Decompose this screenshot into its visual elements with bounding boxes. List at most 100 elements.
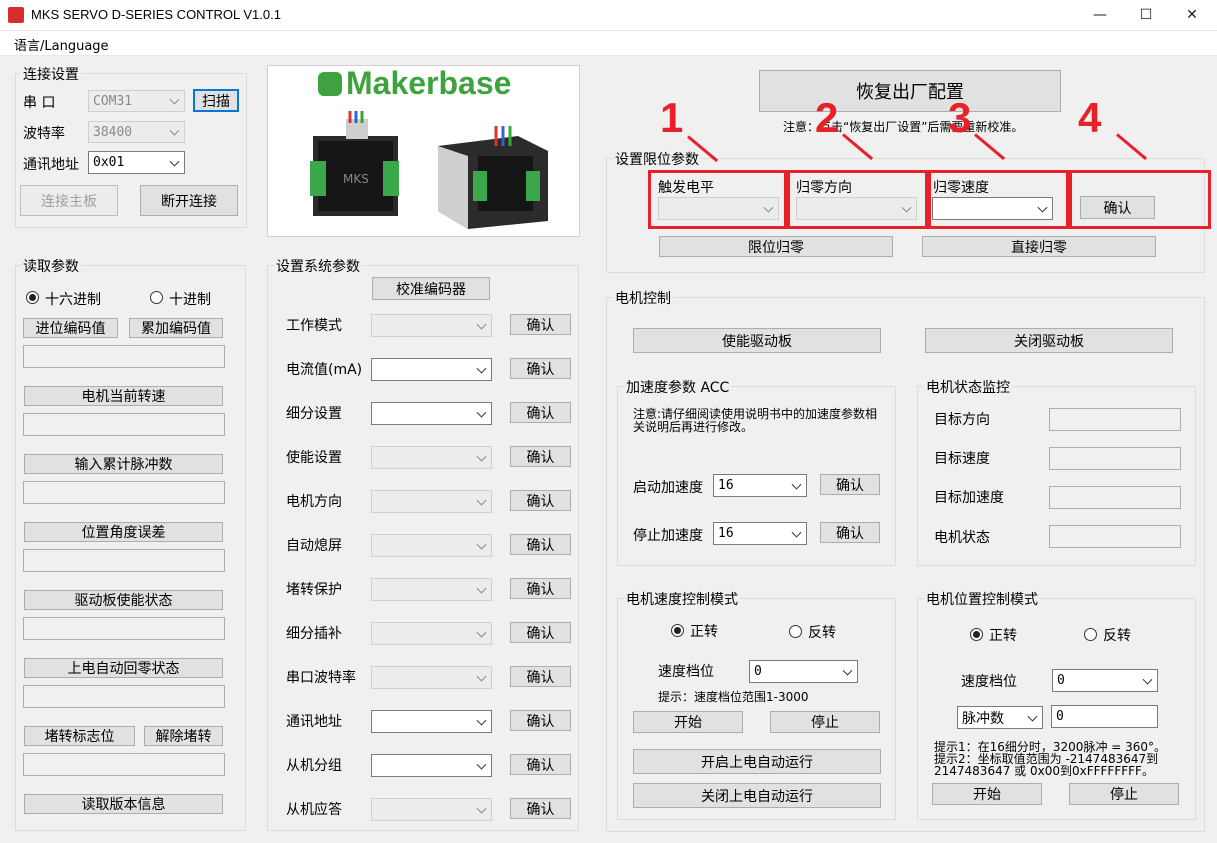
system-param-select[interactable]: [371, 798, 492, 821]
input-pulses-button[interactable]: 输入累计脉冲数: [24, 454, 223, 474]
system-param-label: 从机分组: [286, 758, 342, 774]
speed-forward-radio[interactable]: [671, 624, 684, 637]
acc-note: 注意:请仔细阅读使用说明书中的加速度参数相关说明后再进行修改。: [633, 407, 878, 434]
motor-speed-display: [23, 413, 225, 436]
system-param-confirm-button[interactable]: 确认: [510, 534, 571, 555]
motor-speed-button[interactable]: 电机当前转速: [24, 386, 223, 406]
limit-group-label: 设置限位参数: [613, 149, 701, 169]
system-param-select[interactable]: [371, 402, 492, 425]
enable-driver-button[interactable]: 使能驱动板: [633, 328, 881, 353]
speed-gear-select[interactable]: 0: [749, 660, 858, 683]
system-param-select[interactable]: [371, 754, 492, 777]
pos-start-button[interactable]: 开始: [932, 783, 1042, 805]
auto-run-on-button[interactable]: 开启上电自动运行: [633, 749, 881, 774]
target-speed-label: 目标速度: [934, 451, 990, 467]
pos-forward-radio[interactable]: [970, 628, 983, 641]
system-param-confirm-button[interactable]: 确认: [510, 710, 571, 731]
home-speed-select[interactable]: [932, 197, 1053, 220]
system-param-select[interactable]: [371, 314, 492, 337]
disconnect-button[interactable]: 断开连接: [140, 185, 238, 216]
system-param-label: 堵转保护: [286, 582, 342, 598]
menu-language[interactable]: 语言/Language: [14, 35, 109, 54]
address-select[interactable]: 0x01: [88, 151, 185, 174]
system-param-confirm-button[interactable]: 确认: [510, 358, 571, 379]
read-params-label: 读取参数: [21, 256, 81, 276]
system-param-select[interactable]: [371, 710, 492, 733]
system-param-select[interactable]: [371, 666, 492, 689]
acc-group-label: 加速度参数 ACC: [624, 377, 732, 397]
system-param-confirm-button[interactable]: 确认: [510, 446, 571, 467]
factory-reset-button[interactable]: 恢复出厂配置: [759, 70, 1061, 112]
hex-label: 十六进制: [45, 292, 101, 308]
stall-flag-button[interactable]: 堵转标志位: [24, 726, 135, 746]
minimize-button[interactable]: —: [1077, 0, 1123, 30]
enable-state-button[interactable]: 驱动板使能状态: [24, 590, 223, 610]
disable-driver-button[interactable]: 关闭驱动板: [925, 328, 1173, 353]
port-label: 串 口: [23, 95, 56, 111]
baud-select[interactable]: 38400: [88, 121, 185, 143]
stop-acc-select[interactable]: 16: [713, 522, 807, 545]
accum-encoder-button[interactable]: 累加编码值: [129, 318, 223, 338]
direct-home-button[interactable]: 直接归零: [922, 236, 1156, 257]
baud-label: 波特率: [23, 126, 65, 142]
release-stall-button[interactable]: 解除堵转: [144, 726, 223, 746]
speed-reverse-radio[interactable]: [789, 625, 802, 638]
system-param-confirm-button[interactable]: 确认: [510, 666, 571, 687]
hex-radio[interactable]: [26, 291, 39, 304]
system-param-confirm-button[interactable]: 确认: [510, 314, 571, 335]
system-param-select[interactable]: [371, 358, 492, 381]
pulse-count-input[interactable]: 0: [1051, 705, 1158, 728]
auto-run-off-button[interactable]: 关闭上电自动运行: [633, 783, 881, 808]
auto-home-state-button[interactable]: 上电自动回零状态: [24, 658, 223, 678]
logo-mks-text: MKS: [321, 90, 339, 98]
pos-reverse-radio[interactable]: [1084, 628, 1097, 641]
address-label: 通讯地址: [23, 157, 79, 173]
start-acc-select[interactable]: 16: [713, 474, 807, 497]
target-acc-label: 目标加速度: [934, 490, 1004, 506]
connect-button[interactable]: 连接主板: [20, 185, 118, 216]
speed-stop-button[interactable]: 停止: [770, 711, 880, 733]
system-param-confirm-button[interactable]: 确认: [510, 490, 571, 511]
system-param-select[interactable]: [371, 490, 492, 513]
close-button[interactable]: ✕: [1169, 0, 1215, 30]
makerbase-logo-panel: MKS Makerbase MKS: [267, 65, 580, 237]
system-param-confirm-button[interactable]: 确认: [510, 578, 571, 599]
pos-stop-button[interactable]: 停止: [1069, 783, 1179, 805]
carry-encoder-button[interactable]: 进位编码值: [23, 318, 118, 338]
limit-confirm-button[interactable]: 确认: [1080, 196, 1155, 219]
system-param-select[interactable]: [371, 534, 492, 557]
system-param-confirm-button[interactable]: 确认: [510, 622, 571, 643]
dec-radio[interactable]: [150, 291, 163, 304]
scan-button[interactable]: 扫描: [193, 89, 239, 112]
read-version-button[interactable]: 读取版本信息: [24, 794, 223, 814]
motor-state-label: 电机状态: [934, 530, 990, 546]
trigger-level-select[interactable]: [658, 197, 779, 220]
port-select[interactable]: COM31: [88, 90, 185, 112]
system-param-label: 细分插补: [286, 626, 342, 642]
system-param-select[interactable]: [371, 446, 492, 469]
system-param-select[interactable]: [371, 622, 492, 645]
pos-unit-select[interactable]: 脉冲数: [957, 706, 1043, 729]
system-param-select[interactable]: [371, 578, 492, 601]
system-param-label: 自动熄屏: [286, 538, 342, 554]
monitor-group-label: 电机状态监控: [924, 377, 1012, 397]
system-param-confirm-button[interactable]: 确认: [510, 402, 571, 423]
system-param-label: 从机应答: [286, 802, 342, 818]
speed-start-button[interactable]: 开始: [633, 711, 743, 733]
home-direction-select[interactable]: [796, 197, 917, 220]
system-param-confirm-button[interactable]: 确认: [510, 754, 571, 775]
pos-gear-select[interactable]: 0: [1052, 669, 1158, 692]
limit-home-button[interactable]: 限位归零: [659, 236, 893, 257]
angle-error-display: [23, 549, 225, 572]
motor-state-display: [1049, 525, 1181, 548]
title-bar: MKS SERVO D-SERIES CONTROL V1.0.1 — ☐ ✕: [0, 0, 1217, 31]
start-acc-label: 启动加速度: [633, 480, 703, 496]
speed-gear-label: 速度档位: [658, 664, 714, 680]
maximize-button[interactable]: ☐: [1123, 0, 1169, 30]
input-pulses-display: [23, 481, 225, 504]
system-param-confirm-button[interactable]: 确认: [510, 798, 571, 819]
angle-error-button[interactable]: 位置角度误差: [24, 522, 223, 542]
stop-acc-confirm-button[interactable]: 确认: [820, 522, 880, 543]
calibrate-encoder-button[interactable]: 校准编码器: [372, 277, 490, 300]
start-acc-confirm-button[interactable]: 确认: [820, 474, 880, 495]
